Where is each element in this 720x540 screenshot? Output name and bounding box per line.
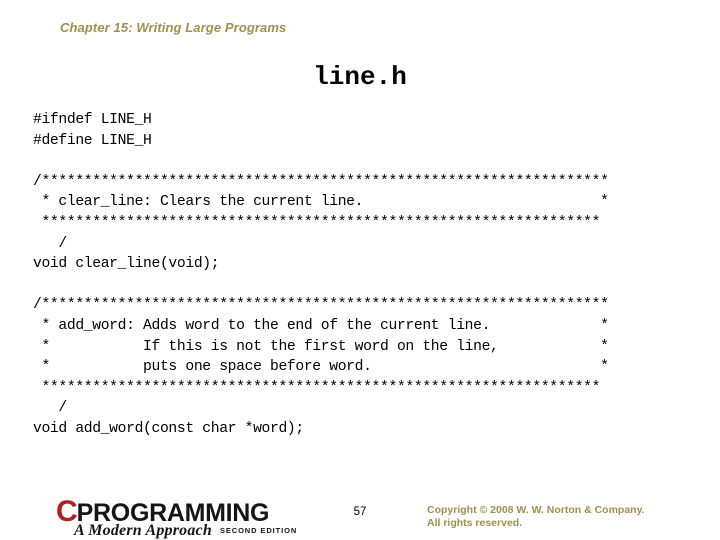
page-title: line.h [313, 62, 407, 92]
code-line: * clear_line: Clears the current line. * [33, 194, 609, 211]
code-line: * puts one space before word. * [33, 359, 609, 376]
code-line: #define LINE_H [33, 132, 152, 149]
logo-subtitle: A Modern Approach [74, 522, 212, 539]
copyright-line-2: All rights reserved. [427, 517, 523, 529]
code-line: ****************************************… [33, 379, 601, 396]
code-line: ****************************************… [33, 214, 601, 231]
code-line: / [33, 235, 67, 252]
code-listing: #ifndef LINE_H #define LINE_H /**********… [33, 110, 713, 440]
code-line: #ifndef LINE_H [33, 112, 152, 128]
copyright-line-1: Copyright © 2008 W. W. Norton & Company. [427, 504, 645, 516]
page-number: 57 [353, 506, 367, 518]
code-line: void clear_line(void); [33, 256, 220, 273]
chapter-header: Chapter 15: Writing Large Programs [60, 20, 287, 35]
logo-edition: SECOND EDITION [219, 526, 298, 535]
code-line: /***************************************… [33, 173, 609, 190]
code-line: /***************************************… [33, 297, 609, 314]
code-line: / [33, 400, 67, 417]
code-line: void add_word(const char *word); [33, 420, 304, 437]
book-logo: CPROGRAMMING A Modern Approach SECOND EDI… [56, 497, 296, 539]
copyright-notice: Copyright © 2008 W. W. Norton & Company.… [427, 504, 645, 530]
code-line: * If this is not the first word on the l… [33, 338, 609, 355]
code-line: * add_word: Adds word to the end of the … [33, 317, 609, 334]
logo-taglines: A Modern Approach SECOND EDITION [74, 523, 297, 539]
